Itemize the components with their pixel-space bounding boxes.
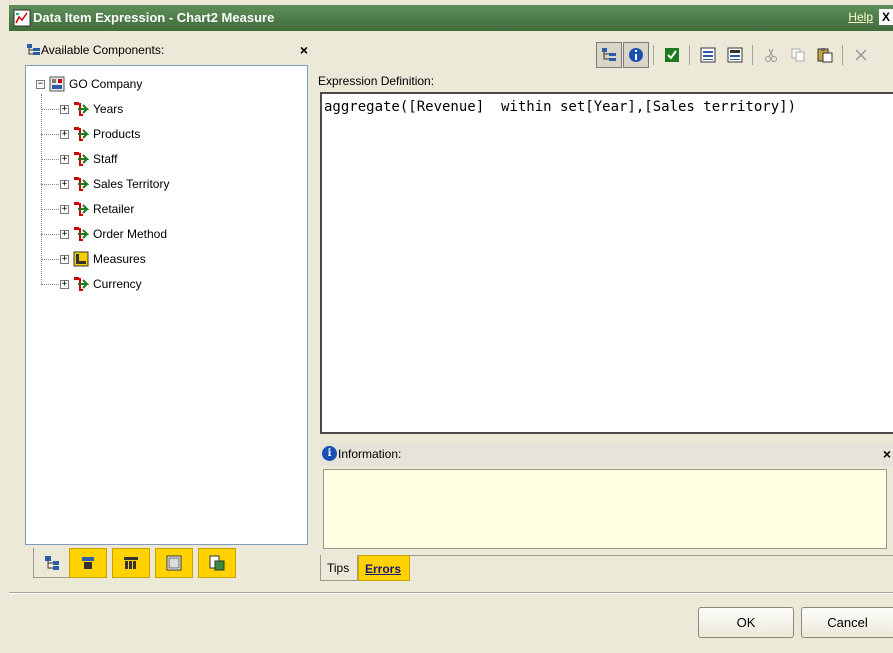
measure-dimension-icon [73, 251, 89, 267]
tree-node-label: Products [93, 127, 141, 141]
information-button[interactable] [623, 42, 649, 68]
tree-node[interactable]: + Years [60, 99, 123, 119]
tree-view-icon [602, 48, 616, 61]
package-icon [49, 76, 65, 92]
close-information-icon[interactable]: × [883, 446, 891, 462]
validate-button[interactable] [659, 42, 685, 68]
ok-button[interactable]: OK [698, 607, 794, 638]
tree-node-label: Staff [93, 152, 118, 166]
source-tab[interactable] [33, 548, 71, 578]
expand-icon[interactable]: + [60, 229, 69, 239]
data-items-icon [82, 557, 94, 569]
dimension-icon [74, 277, 89, 291]
dimension-icon [74, 102, 89, 116]
check-icon [665, 48, 679, 62]
functions-tab[interactable] [155, 548, 193, 578]
expression-definition-label: Expression Definition: [318, 74, 435, 88]
close-components-icon[interactable]: × [300, 42, 308, 58]
expand-icon[interactable]: + [60, 129, 69, 139]
scissors-icon [765, 48, 777, 62]
toolbar [596, 42, 893, 70]
delete-button[interactable] [848, 42, 874, 68]
tree-node[interactable]: + Products [60, 124, 140, 144]
query-items-icon [124, 557, 138, 569]
dimension-icon [74, 202, 89, 216]
tree-node-label: Retailer [93, 202, 135, 216]
expand-icon[interactable]: + [60, 154, 69, 164]
view-button-1[interactable] [695, 42, 721, 68]
expand-icon[interactable]: + [60, 254, 69, 264]
expand-icon[interactable]: + [60, 279, 69, 289]
information-label: Information: [338, 447, 402, 461]
dimension-icon [74, 177, 89, 191]
parameters-icon [209, 555, 225, 571]
tree-node-label: GO Company [69, 77, 143, 91]
expression-editor[interactable]: aggregate([Revenue] within set[Year],[Sa… [320, 92, 893, 434]
close-window-button[interactable]: X [879, 9, 893, 25]
components-tree[interactable]: − GO Company + Years + Products + Staff + Sales… [25, 65, 308, 545]
functions-icon [166, 555, 182, 571]
tree-node[interactable]: + Order Method [60, 224, 167, 244]
information-content [323, 469, 887, 549]
information-icon: i [322, 446, 337, 461]
divider [9, 592, 893, 594]
tree-node-label: Currency [93, 277, 142, 291]
tab-errors[interactable]: Errors [358, 555, 410, 581]
expand-icon[interactable]: + [60, 104, 69, 114]
tree-node-label: Years [93, 102, 124, 116]
tree-node[interactable]: + Measures [60, 249, 146, 269]
query-items-tab[interactable] [112, 548, 150, 578]
title-bar: Data Item Expression - Chart2 Measure He… [9, 5, 893, 31]
expand-icon[interactable]: + [60, 179, 69, 189]
source-icon [45, 555, 59, 570]
collapse-icon[interactable]: − [36, 79, 45, 89]
cancel-button[interactable]: Cancel [801, 607, 893, 638]
delete-icon [855, 49, 867, 61]
parameters-tab[interactable] [198, 548, 236, 578]
window-title: Data Item Expression - Chart2 Measure [33, 10, 275, 25]
cut-button[interactable] [758, 42, 784, 68]
expand-icon[interactable]: + [60, 204, 69, 214]
tree-root-node[interactable]: − GO Company [36, 74, 142, 94]
help-link[interactable]: Help [848, 10, 873, 24]
available-components-label: Available Components: [41, 43, 165, 57]
available-components-header: Available Components: × [27, 42, 312, 60]
tree-view-button[interactable] [596, 42, 622, 68]
dimension-icon [74, 152, 89, 166]
tree-node[interactable]: + Sales Territory [60, 174, 169, 194]
view-button-2[interactable] [722, 42, 748, 68]
tab-tips[interactable]: Tips [320, 555, 358, 581]
tree-node[interactable]: + Retailer [60, 199, 134, 219]
data-items-tab[interactable] [69, 548, 107, 578]
paste-button[interactable] [812, 42, 838, 68]
tree-node[interactable]: + Staff [60, 149, 117, 169]
expression-editor-icon [13, 9, 31, 27]
information-header: i Information: × [320, 442, 893, 466]
information-icon [629, 48, 643, 62]
tree-node-label: Sales Territory [93, 177, 170, 191]
list-view-icon [700, 47, 716, 63]
tree-node[interactable]: + Currency [60, 274, 142, 294]
tree-node-label: Measures [93, 252, 146, 266]
paste-icon [817, 48, 833, 63]
copy-icon [791, 48, 805, 62]
dimension-icon [74, 227, 89, 241]
copy-button[interactable] [785, 42, 811, 68]
list-view-icon [727, 47, 743, 63]
tree-node-label: Order Method [93, 227, 168, 241]
dimension-icon [74, 127, 89, 141]
left-panel-tabs [25, 548, 307, 578]
components-icon [27, 44, 40, 55]
